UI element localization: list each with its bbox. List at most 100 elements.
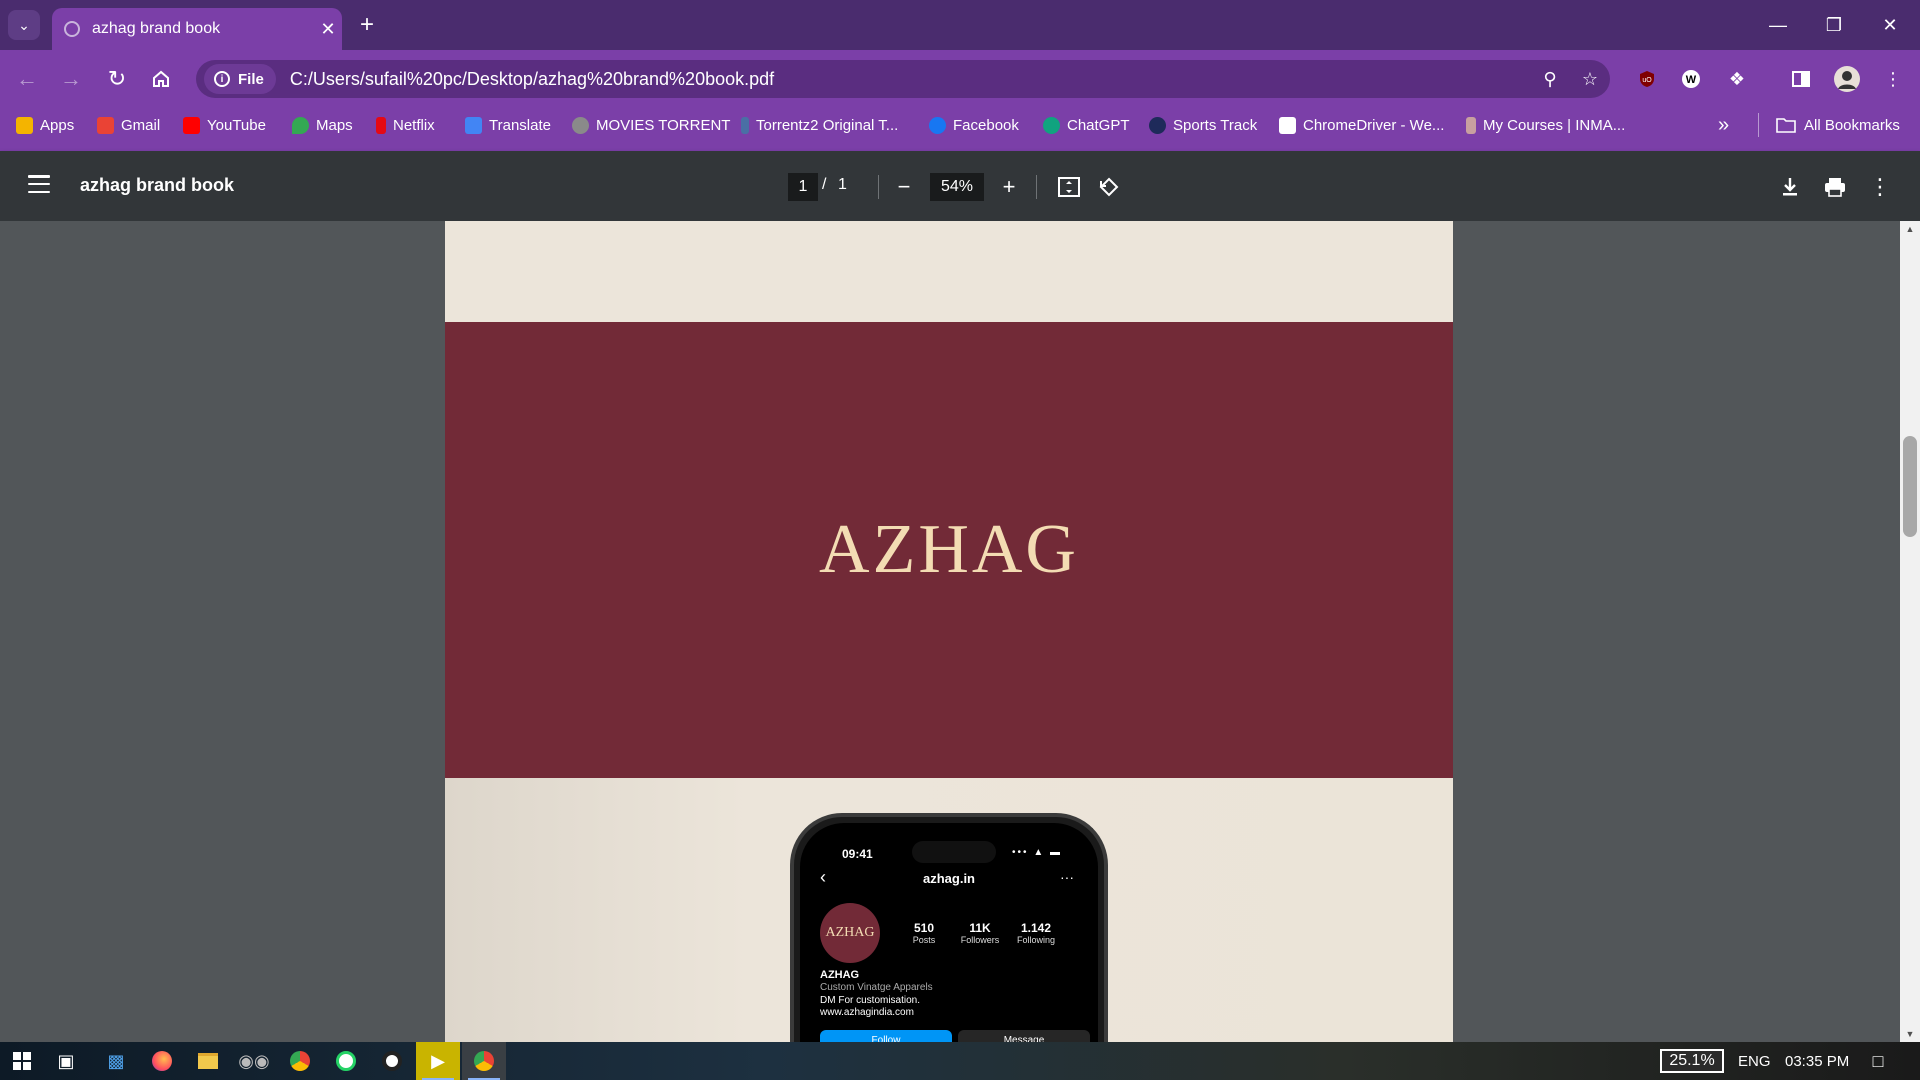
bookmark-movies-torrent[interactable]: MOVIES TORRENT xyxy=(572,107,730,143)
bookmark-sports-track[interactable]: Sports Track xyxy=(1149,107,1257,143)
title-bar: ⌄ azhag brand book ✕ + — ❐ ✕ xyxy=(0,0,1920,50)
bookmarks-divider xyxy=(1758,113,1759,137)
print-button[interactable] xyxy=(1819,171,1851,203)
side-panel-icon[interactable] xyxy=(1786,64,1816,94)
task-view-button[interactable]: ▣ xyxy=(44,1042,88,1080)
rotate-button[interactable] xyxy=(1093,171,1125,203)
taskbar-app-chrome-profile[interactable] xyxy=(462,1042,506,1080)
url-text[interactable]: C:/Users/sufail%20pc/Desktop/azhag%20bra… xyxy=(290,69,1530,90)
fit-page-button[interactable] xyxy=(1053,171,1085,203)
new-tab-button[interactable]: + xyxy=(352,10,382,40)
back-button[interactable]: ← xyxy=(10,62,44,96)
minimize-button[interactable]: — xyxy=(1750,0,1806,50)
fit-page-icon xyxy=(1058,177,1080,197)
windows-taskbar: ▣ ▩ ◉◉ ▶ 25.1% ENG 03:35 PM □ xyxy=(0,1042,1920,1080)
vertical-scrollbar[interactable]: ▲ ▼ xyxy=(1900,221,1920,1042)
star-icon[interactable]: ☆ xyxy=(1570,69,1610,90)
close-window-button[interactable]: ✕ xyxy=(1862,0,1918,50)
taskbar-app-gamepad[interactable]: ◉◉ xyxy=(232,1042,276,1080)
zoom-out-button[interactable]: − xyxy=(888,171,920,203)
bookmark-facebook[interactable]: Facebook xyxy=(929,107,1019,143)
toolbar-divider xyxy=(1036,175,1037,199)
firefox-icon xyxy=(152,1051,172,1071)
taskbar-app-chrome[interactable] xyxy=(278,1042,322,1080)
task-view-icon: ▣ xyxy=(57,1050,75,1071)
maps-pin-icon xyxy=(292,116,309,134)
tab-close-icon[interactable]: ✕ xyxy=(314,19,342,40)
translate-icon xyxy=(465,116,482,134)
folder-icon xyxy=(198,1053,218,1069)
youtube-icon xyxy=(183,116,200,134)
taskbar-app-file-explorer[interactable] xyxy=(186,1042,230,1080)
dynamic-island xyxy=(912,841,996,863)
file-chip-label: File xyxy=(238,70,264,88)
bookmark-maps[interactable]: Maps xyxy=(292,107,353,143)
tab-azhag-brand-book[interactable]: azhag brand book ✕ xyxy=(52,8,342,50)
bookmark-netflix[interactable]: Netflix xyxy=(376,107,435,143)
more-dots-icon: ··· xyxy=(1060,869,1074,885)
profile-avatar[interactable] xyxy=(1832,64,1862,94)
download-button[interactable] xyxy=(1774,171,1806,203)
page-total: 1 xyxy=(838,176,847,193)
clock[interactable]: 03:35 PM xyxy=(1785,1053,1849,1070)
site-info-chip[interactable]: i File xyxy=(204,64,276,94)
pdf-page: AZHAG 09:41 ••• ▲ ▬ ‹ azhag.in ··· AZHAG… xyxy=(445,221,1453,1042)
bookmark-my-courses[interactable]: My Courses | INMA... xyxy=(1466,107,1625,143)
tab-title: azhag brand book xyxy=(92,20,221,37)
home-button[interactable] xyxy=(144,62,178,96)
more-bookmarks-button[interactable]: » xyxy=(1718,107,1729,143)
bookmark-translate[interactable]: Translate xyxy=(465,107,551,143)
tab-search-button[interactable]: ⌄ xyxy=(8,10,40,40)
pdf-more-options-icon[interactable]: ⋮ xyxy=(1864,171,1896,203)
bookmark-torrentz2[interactable]: Torrentz2 Original T... xyxy=(741,107,898,143)
taskbar-app-whatsapp[interactable] xyxy=(324,1042,368,1080)
scroll-down-arrow-icon[interactable]: ▼ xyxy=(1900,1026,1920,1042)
reload-button[interactable]: ↻ xyxy=(100,62,134,96)
sidebar-menu-icon[interactable] xyxy=(28,175,50,193)
bookmark-gmail[interactable]: Gmail xyxy=(97,107,160,143)
extensions-puzzle-icon[interactable]: ❖ xyxy=(1722,64,1752,94)
zoom-in-button[interactable]: + xyxy=(993,171,1025,203)
start-button[interactable] xyxy=(0,1042,44,1080)
taskbar-app-firefox[interactable] xyxy=(140,1042,184,1080)
apps-grid-icon xyxy=(16,116,33,134)
ig-bio-line: DM For customisation. xyxy=(820,994,921,1006)
facebook-icon xyxy=(929,116,946,134)
zoom-icon[interactable]: ⚲ xyxy=(1530,69,1570,90)
bookmark-chromedriver[interactable]: ChromeDriver - We... xyxy=(1279,107,1444,143)
all-bookmarks-button[interactable]: All Bookmarks xyxy=(1776,107,1900,143)
chevron-down-icon: ⌄ xyxy=(18,16,30,33)
battery-indicator[interactable]: 25.1% xyxy=(1660,1049,1724,1073)
page-number-input[interactable]: 1 xyxy=(788,173,818,201)
ig-stat-followers: 11K Followers xyxy=(960,921,1000,945)
notifications-button[interactable]: □ xyxy=(1856,1042,1900,1080)
w-extension-icon[interactable]: W xyxy=(1676,64,1706,94)
phone-mockup: 09:41 ••• ▲ ▬ ‹ azhag.in ··· AZHAG 510 P… xyxy=(790,813,1108,1042)
scrollbar-thumb[interactable] xyxy=(1903,436,1917,537)
language-indicator[interactable]: ENG xyxy=(1738,1053,1771,1070)
address-bar[interactable]: i File C:/Users/sufail%20pc/Desktop/azha… xyxy=(196,60,1610,98)
ig-stat-following: 1.142 Following xyxy=(1016,921,1056,945)
svg-text:uO: uO xyxy=(1642,77,1652,84)
page-separator: / xyxy=(822,176,827,193)
ig-bio: Custom Vinatge Apparels DM For customisa… xyxy=(820,982,933,1020)
ublock-icon[interactable]: uO xyxy=(1632,64,1662,94)
taskbar-app-github[interactable] xyxy=(370,1042,414,1080)
windows-logo-icon xyxy=(13,1052,31,1070)
download-icon xyxy=(1783,178,1797,196)
chrome-menu-icon[interactable]: ⋮ xyxy=(1878,64,1908,94)
zoom-level-input[interactable]: 54% xyxy=(930,173,984,201)
print-icon xyxy=(1825,178,1845,197)
ig-stat-posts: 510 Posts xyxy=(912,921,936,945)
scroll-up-arrow-icon[interactable]: ▲ xyxy=(1900,221,1920,237)
forward-button[interactable]: → xyxy=(54,62,88,96)
bookmark-youtube[interactable]: YouTube xyxy=(183,107,266,143)
taskbar-app-media[interactable]: ▶ xyxy=(416,1042,460,1080)
bookmark-apps[interactable]: Apps xyxy=(16,107,74,143)
rotate-icon xyxy=(1099,177,1119,197)
pdf-viewport[interactable]: AZHAG 09:41 ••• ▲ ▬ ‹ azhag.in ··· AZHAG… xyxy=(0,221,1920,1042)
svg-text:W: W xyxy=(1686,74,1697,86)
bookmark-chatgpt[interactable]: ChatGPT xyxy=(1043,107,1130,143)
restore-button[interactable]: ❐ xyxy=(1806,0,1862,50)
taskbar-app-mail[interactable]: ▩ xyxy=(94,1042,138,1080)
